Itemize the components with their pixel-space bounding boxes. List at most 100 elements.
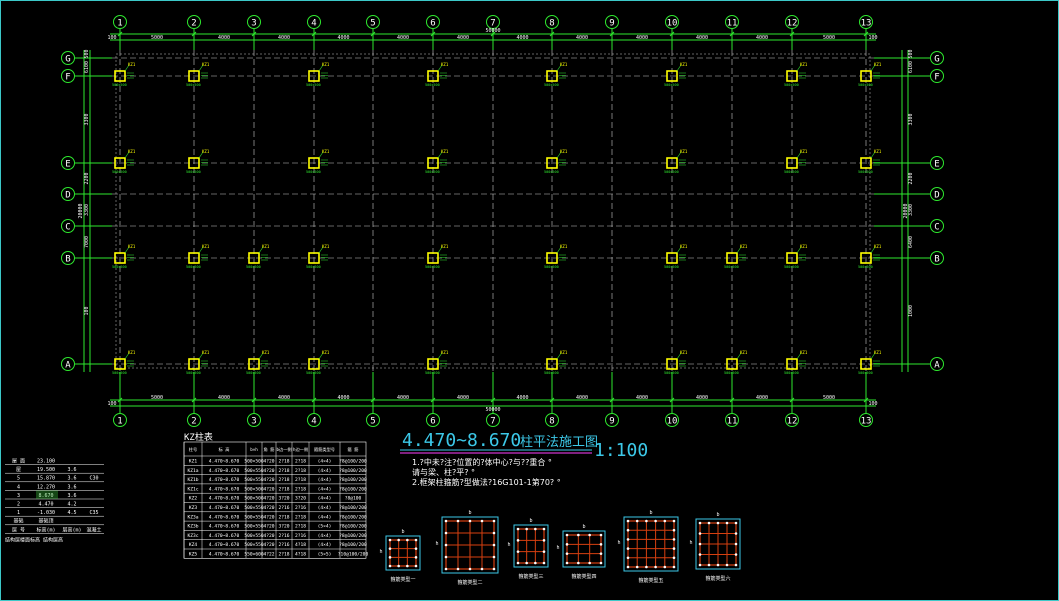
rebar-dot bbox=[698, 542, 702, 546]
section-outline bbox=[623, 516, 679, 572]
kz-table-cell: 4?20 bbox=[263, 468, 274, 474]
kz-table-header: 柱号 bbox=[189, 446, 197, 453]
note-line-2: 请与梁、柱?平? ° bbox=[412, 467, 475, 477]
kz-table-cell: ?8@100/200 bbox=[339, 486, 367, 492]
general-notes: 1.?中未?注?位置的?体中心?与??重合 ° 请与梁、柱?平? ° 2.框架柱… bbox=[412, 457, 561, 487]
kz-table-cell: 500×550 bbox=[244, 477, 264, 483]
rebar-dot bbox=[565, 552, 569, 555]
kz-table-cell: 500×550 bbox=[244, 505, 264, 511]
kz-table-header: 箍 筋 bbox=[348, 446, 359, 453]
kz-table-cell: 4.470~8.670 bbox=[209, 459, 240, 465]
detail-caption: 箍筋类型六 bbox=[705, 575, 730, 582]
rebar-dot bbox=[635, 519, 639, 523]
kz-table-cell: 4?20 bbox=[263, 459, 274, 465]
rebar-dot bbox=[414, 556, 418, 559]
kz-table-cell: ?8@100/200 bbox=[339, 477, 367, 483]
kz-table-cell: 4?20 bbox=[263, 514, 274, 520]
rebar-dot bbox=[672, 556, 676, 560]
rebar-dot bbox=[414, 538, 418, 542]
rebar-dot bbox=[626, 519, 630, 523]
kz-table-cell: KZ1 bbox=[189, 459, 198, 465]
rebar-dot bbox=[635, 565, 639, 569]
kz-table-cell: 4.470~8.670 bbox=[209, 533, 240, 539]
rebar-dot bbox=[672, 547, 676, 550]
kz-table-cell: KZ1c bbox=[187, 486, 198, 492]
kz-table-cell: 500×500 bbox=[244, 486, 264, 492]
rebar-dot bbox=[516, 539, 520, 542]
kz-table-cell: 4?20 bbox=[263, 542, 274, 548]
kz-table-cell: (4×4) bbox=[318, 514, 332, 520]
rebar-dot bbox=[468, 567, 472, 571]
floor-table-cell: 23.100 bbox=[37, 459, 55, 465]
kz-table-cell: 2?18 bbox=[295, 514, 306, 520]
kz-table-cell: 4.470~8.670 bbox=[209, 514, 240, 520]
kz-table-cell: 500×550 bbox=[244, 533, 264, 539]
floor-table-cell: 4 bbox=[17, 484, 20, 490]
kz-table-cell: 4.470~8.670 bbox=[209, 496, 240, 502]
kz-table-header: 箍筋类型号 bbox=[314, 446, 335, 453]
kz-table-cell: 2?18 bbox=[295, 477, 306, 483]
rebar-dot bbox=[588, 561, 591, 565]
kz-table-cell: ?8@100 bbox=[345, 496, 362, 502]
section-outline bbox=[513, 524, 549, 568]
floor-table-cell: 4.470 bbox=[38, 502, 53, 508]
floor-table-cell: 基础 bbox=[13, 518, 23, 525]
rebar-dot bbox=[654, 519, 657, 523]
floor-table-cell: 3.6 bbox=[67, 476, 76, 482]
kz-table-cell: 4.470~8.670 bbox=[209, 468, 240, 474]
dim-b-label: b bbox=[716, 512, 719, 518]
kz-table-cell: 4?18 bbox=[295, 552, 306, 558]
stirrup-detail-6: b h 箍筋类型六 bbox=[689, 512, 741, 582]
detail-caption: 箍筋类型二 bbox=[457, 579, 482, 586]
rebar-dot bbox=[444, 531, 448, 535]
stirrup-outer bbox=[389, 539, 417, 567]
lower-sheet-area: 4.470~8.670 柱平法施工图 1:100 1.?中未?注?位置的?体中心… bbox=[5, 430, 741, 586]
section-outline bbox=[385, 535, 421, 571]
rebar-dot bbox=[626, 556, 630, 560]
rebar-dot bbox=[663, 519, 667, 523]
kz-table-cell: KZ5 bbox=[189, 552, 198, 558]
stirrup-outer bbox=[566, 534, 602, 564]
kz-table-cell: 4?20 bbox=[263, 505, 274, 511]
dim-b-label: b bbox=[468, 510, 471, 516]
rebar-dot bbox=[480, 519, 484, 523]
kz-table-cell: 4.470~8.670 bbox=[209, 552, 240, 558]
floor-table-cell: 3.6 bbox=[67, 467, 76, 473]
kz-table-cell: ?8@100/200 bbox=[339, 542, 367, 548]
rebar-dot bbox=[492, 543, 496, 547]
kz-table-cell: (4×4) bbox=[318, 533, 332, 539]
kz-table-cell: 4.470~8.670 bbox=[209, 524, 240, 530]
kz-table-cell: 4?18 bbox=[295, 542, 306, 548]
kz-table-cell: 500×550 bbox=[244, 468, 264, 474]
rebar-dot bbox=[406, 564, 409, 568]
rebar-dot bbox=[492, 555, 496, 559]
rebar-dot bbox=[626, 547, 630, 550]
floor-table-cell: 屋 面 bbox=[12, 459, 25, 465]
kz-table-cell: (4×4) bbox=[318, 459, 332, 465]
rebar-dot bbox=[626, 538, 630, 541]
rebar-dot bbox=[725, 563, 729, 567]
rebar-dot bbox=[698, 563, 702, 567]
rebar-dot bbox=[672, 565, 676, 569]
kz-table-cell: KZ1b bbox=[187, 477, 198, 483]
rebar-dot bbox=[516, 561, 520, 565]
rebar-dot bbox=[698, 521, 702, 525]
rebar-dot bbox=[577, 561, 580, 565]
rebar-dot bbox=[599, 561, 603, 565]
kz-table-cell: 2?16 bbox=[295, 505, 306, 511]
rebar-dot bbox=[542, 550, 546, 553]
kz-table-cell: 500×550 bbox=[244, 514, 264, 520]
kz-table-cell: 4.470~8.670 bbox=[209, 505, 240, 511]
kz-table-cell: 4?20 bbox=[263, 533, 274, 539]
kz-table-cell: 2?18 bbox=[278, 468, 289, 474]
rebar-dot bbox=[716, 563, 720, 567]
floor-table-cell: 4.2 bbox=[67, 502, 76, 508]
kz-table-cell: KZ4 bbox=[189, 542, 198, 548]
rebar-dot bbox=[599, 533, 603, 537]
section-outline bbox=[562, 530, 606, 568]
kz-table-cell: 2?18 bbox=[278, 514, 289, 520]
rebar-dot bbox=[734, 563, 738, 567]
rebar-dot bbox=[444, 567, 448, 571]
kz-table-header: b边一侧 bbox=[276, 446, 291, 453]
kz-table-cell: 2?18 bbox=[278, 552, 289, 558]
